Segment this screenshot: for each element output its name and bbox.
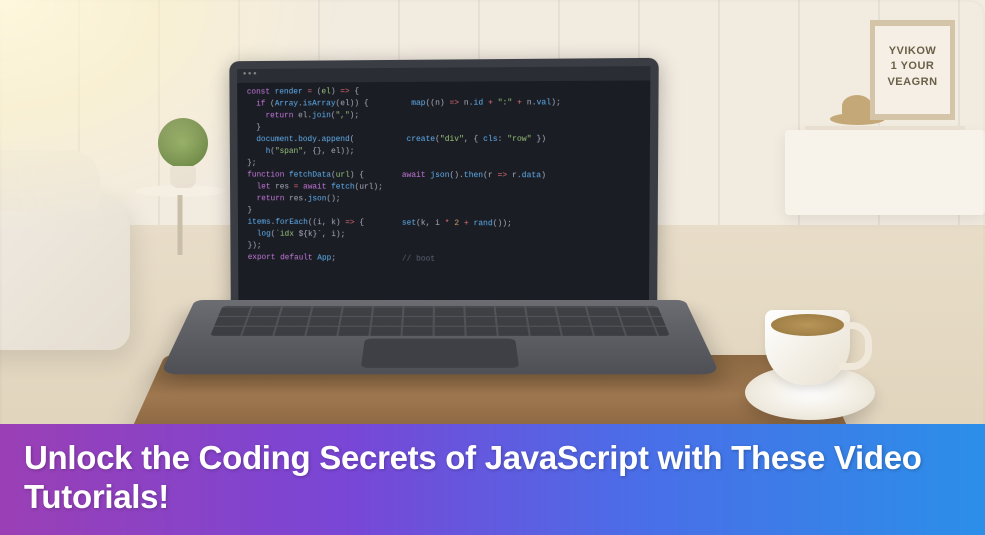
frame-text-2: 1 YOUR <box>891 60 935 72</box>
couch <box>0 190 130 350</box>
laptop-keyboard <box>210 306 670 336</box>
laptop-screen: ● ● ● const render = (el) => { if (Array… <box>229 58 658 328</box>
coffee-cup <box>765 310 850 385</box>
headline-banner: Unlock the Coding Secrets of JavaScript … <box>0 424 985 535</box>
white-shelf <box>785 130 985 215</box>
wall-frame: YVIKOW 1 YOUR VEAGRN <box>870 20 955 120</box>
laptop-base <box>160 300 720 374</box>
frame-text-3: VEAGRN <box>887 76 937 88</box>
code-editor-content: const render = (el) => { if (Array.isArr… <box>247 85 640 268</box>
laptop-trackpad <box>361 339 519 368</box>
headline-text: Unlock the Coding Secrets of JavaScript … <box>24 438 961 517</box>
editor-topbar: ● ● ● <box>237 66 650 83</box>
frame-text-1: YVIKOW <box>889 45 937 57</box>
laptop: ● ● ● const render = (el) => { if (Array… <box>195 60 685 430</box>
